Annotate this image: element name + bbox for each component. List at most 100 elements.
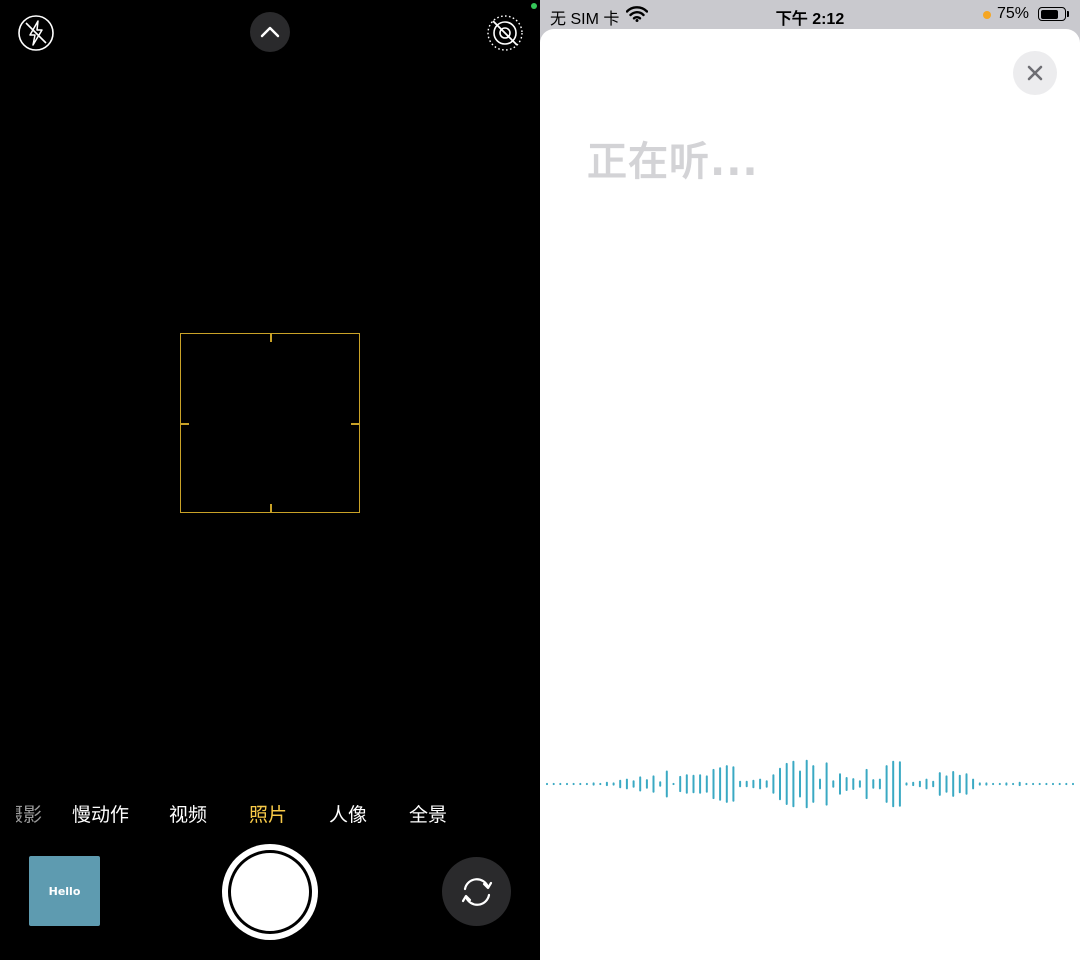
waveform-bar bbox=[938, 772, 941, 796]
waveform-bar bbox=[546, 782, 548, 786]
waveform-bar bbox=[566, 782, 568, 786]
waveform-bar bbox=[892, 760, 895, 808]
waveform-bar bbox=[739, 780, 742, 788]
status-bar: 无 SIM 卡 下午 2:12 75% bbox=[540, 0, 1080, 28]
waveform-bar bbox=[905, 782, 908, 786]
waveform-bar bbox=[672, 782, 675, 786]
waveform-bar bbox=[625, 778, 628, 790]
waveform-bar bbox=[1058, 782, 1061, 786]
waveform-bar bbox=[965, 773, 968, 795]
chevron-up-icon[interactable] bbox=[250, 12, 290, 52]
waveform-bar bbox=[852, 778, 855, 790]
waveform-bar bbox=[1072, 782, 1074, 786]
mode-timelapse[interactable]: 摄影 bbox=[16, 800, 42, 827]
waveform-bar bbox=[712, 768, 715, 800]
waveform-bar bbox=[805, 759, 808, 809]
waveform-bar bbox=[752, 779, 755, 789]
mode-video[interactable]: 视频 bbox=[169, 800, 207, 827]
waveform-bar bbox=[985, 782, 988, 786]
waveform-bar bbox=[659, 781, 662, 787]
waveform-bar bbox=[1038, 782, 1041, 786]
waveform-bar bbox=[958, 774, 961, 794]
waveform-bar bbox=[665, 770, 668, 798]
waveform-bar bbox=[1025, 782, 1028, 786]
waveform-bar bbox=[785, 762, 788, 805]
close-button[interactable] bbox=[1013, 51, 1057, 95]
waveform-bar bbox=[972, 778, 975, 790]
waveform-bar bbox=[692, 774, 695, 794]
voice-screen: 无 SIM 卡 下午 2:12 75% 正在听... bbox=[540, 0, 1080, 960]
focus-square bbox=[180, 333, 360, 513]
waveform-bar bbox=[878, 778, 881, 790]
waveform-bar bbox=[605, 781, 608, 787]
waveform-bar bbox=[1005, 782, 1008, 786]
waveform-bar bbox=[705, 775, 708, 793]
waveform-bar bbox=[845, 777, 848, 791]
waveform-bar bbox=[1032, 782, 1035, 786]
camera-mode-selector[interactable]: 摄影 慢动作 视频 照片 人像 全景 bbox=[0, 800, 540, 828]
close-icon bbox=[1027, 65, 1043, 81]
live-photo-off-icon[interactable] bbox=[485, 13, 525, 53]
waveform-bar bbox=[765, 780, 768, 788]
waveform-bar bbox=[632, 780, 635, 788]
listening-sheet: 正在听... bbox=[540, 29, 1080, 960]
mode-portrait[interactable]: 人像 bbox=[329, 800, 367, 827]
waveform-bar bbox=[952, 771, 955, 797]
waveform-bar bbox=[978, 782, 981, 786]
waveform-bar bbox=[559, 782, 562, 786]
battery-percentage: 75% bbox=[997, 5, 1030, 22]
waveform-bar bbox=[932, 780, 935, 788]
waveform-bar bbox=[1065, 782, 1068, 786]
thumbnail-text: Hello bbox=[48, 884, 81, 898]
waveform-bar bbox=[599, 782, 602, 786]
waveform-bar bbox=[572, 782, 575, 786]
waveform-bar bbox=[679, 775, 682, 793]
waveform-bar bbox=[832, 780, 835, 788]
waveform-bar bbox=[885, 765, 888, 803]
waveform-bar bbox=[612, 782, 615, 786]
mode-photo[interactable]: 照片 bbox=[249, 800, 287, 827]
waveform-bar bbox=[552, 782, 555, 786]
camera-screen: 摄影 慢动作 视频 照片 人像 全景 Hello bbox=[0, 0, 540, 960]
waveform-bar bbox=[592, 782, 595, 786]
waveform-bar bbox=[792, 760, 795, 808]
mode-pano[interactable]: 全景 bbox=[409, 800, 447, 827]
waveform-bar bbox=[652, 775, 655, 793]
waveform-bar bbox=[858, 780, 861, 788]
flash-off-icon[interactable] bbox=[17, 14, 55, 52]
waveform-bar bbox=[799, 770, 801, 798]
waveform-bar bbox=[685, 774, 688, 794]
waveform-bar bbox=[699, 774, 702, 794]
waveform-bar bbox=[645, 779, 648, 789]
waveform-bar bbox=[719, 767, 722, 801]
waveform-bar bbox=[898, 761, 901, 807]
waveform-bar bbox=[1052, 782, 1054, 786]
waveform-bar bbox=[992, 782, 995, 786]
waveform-bar bbox=[865, 768, 868, 800]
waveform-bar bbox=[732, 766, 735, 802]
waveform-bar bbox=[998, 782, 1001, 786]
waveform-bar bbox=[725, 765, 728, 803]
waveform-bar bbox=[759, 778, 762, 790]
mode-slo-mo[interactable]: 慢动作 bbox=[72, 800, 129, 827]
shutter-button[interactable] bbox=[222, 844, 318, 940]
waveform-bar bbox=[925, 778, 928, 790]
waveform-bar bbox=[825, 762, 828, 806]
waveform-bar bbox=[585, 782, 588, 786]
waveform-bar bbox=[639, 776, 642, 792]
waveform-bar bbox=[779, 767, 781, 801]
waveform-bar bbox=[1018, 781, 1021, 787]
last-photo-thumbnail[interactable]: Hello bbox=[29, 856, 100, 926]
waveform-bar bbox=[839, 773, 841, 795]
waveform-bar bbox=[619, 779, 622, 789]
battery-icon bbox=[1038, 7, 1066, 21]
audio-waveform bbox=[546, 759, 1074, 809]
waveform-bar bbox=[918, 780, 921, 788]
waveform-bar bbox=[872, 779, 875, 789]
waveform-bar bbox=[745, 780, 748, 788]
camera-flip-icon[interactable] bbox=[442, 857, 511, 926]
camera-in-use-indicator bbox=[531, 3, 537, 9]
waveform-bar bbox=[579, 782, 582, 786]
waveform-bar bbox=[812, 765, 815, 803]
waveform-bar bbox=[1045, 782, 1048, 786]
